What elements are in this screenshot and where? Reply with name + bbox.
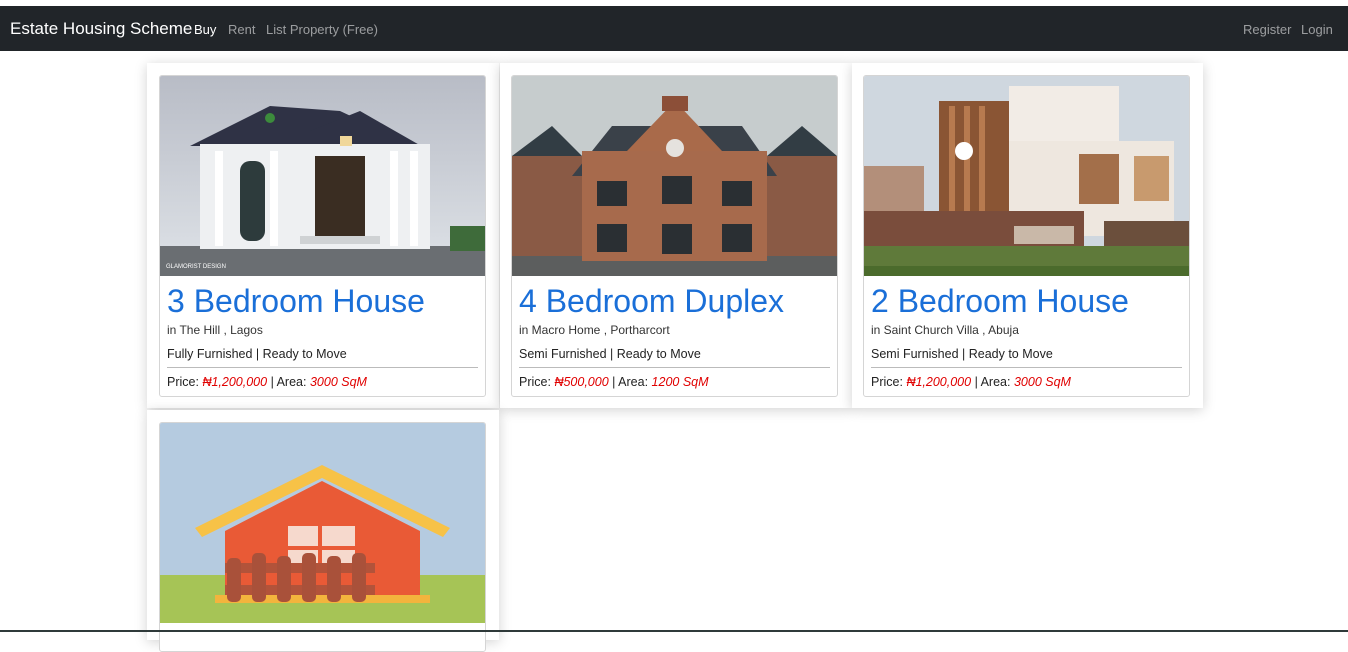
listing-card[interactable]: 4 Bedroom Duplex in Macro Home , Porthar… (511, 75, 838, 397)
listing-price-line: Price: ₦1,200,000 | Area: 3000 SqM (167, 375, 367, 389)
house-illustration (160, 423, 485, 623)
listing-location: in Macro Home , Portharcort (519, 323, 670, 337)
navbar: Estate Housing Scheme Buy Rent List Prop… (0, 6, 1348, 51)
price-value: ₦1,200,000 (202, 375, 268, 389)
nav-link-buy[interactable]: Buy (194, 22, 216, 37)
listing-location: in The Hill , Lagos (167, 323, 263, 337)
listing-price-line: Price: ₦1,200,000 | Area: 3000 SqM (871, 375, 1071, 389)
listing-title[interactable]: 2 Bedroom House (871, 283, 1129, 320)
nav-link-rent[interactable]: Rent (228, 22, 255, 37)
price-value: ₦500,000 (554, 375, 609, 389)
price-value: ₦1,200,000 (906, 375, 972, 389)
area-value: 3000 SqM (309, 375, 367, 389)
white-mansion-photo: GLAMORIST DESIGN (160, 76, 485, 276)
area-value: 1200 SqM (651, 375, 709, 389)
listing-card[interactable]: 2 Bedroom House in Saint Church Villa , … (863, 75, 1190, 397)
listing-price-line: Price: ₦500,000 | Area: 1200 SqM (519, 375, 709, 389)
listing-furnishing: Semi Furnished | Ready to Move (871, 347, 1053, 361)
listing-card[interactable] (159, 422, 486, 652)
listing-location: in Saint Church Villa , Abuja (871, 323, 1019, 337)
area-value: 3000 SqM (1013, 375, 1071, 389)
listing-card[interactable]: GLAMORIST DESIGN 3 Bedroom House in The … (159, 75, 486, 397)
listing-title[interactable]: 4 Bedroom Duplex (519, 283, 784, 320)
listing-furnishing: Semi Furnished | Ready to Move (519, 347, 701, 361)
nav-link-login[interactable]: Login (1301, 22, 1333, 37)
divider (871, 367, 1182, 368)
nav-link-list-property[interactable]: List Property (Free) (266, 22, 378, 37)
nav-link-register[interactable]: Register (1243, 22, 1291, 37)
listing-furnishing: Fully Furnished | Ready to Move (167, 347, 347, 361)
brand-link[interactable]: Estate Housing Scheme (10, 19, 192, 39)
modern-villa-photo (864, 76, 1189, 276)
svg-text:GLAMORIST DESIGN: GLAMORIST DESIGN (166, 264, 226, 270)
divider (167, 367, 478, 368)
listing-title[interactable]: 3 Bedroom House (167, 283, 425, 320)
divider (519, 367, 830, 368)
brick-duplex-photo (512, 76, 837, 276)
